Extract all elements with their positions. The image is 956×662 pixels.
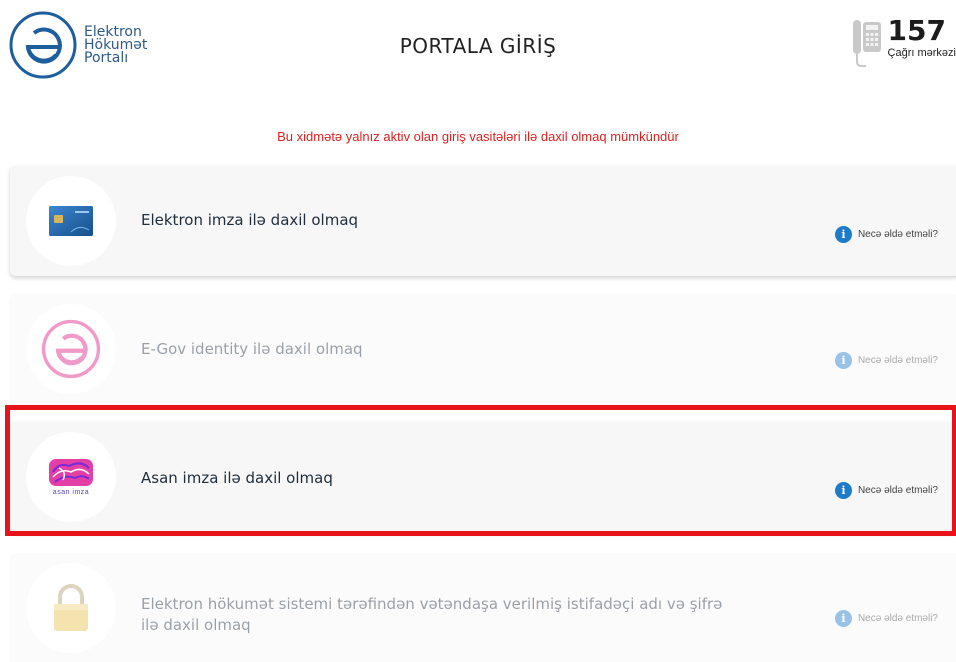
how-to-get-link: i Necə əldə etməli? (834, 610, 938, 627)
asan-imza-logo-text: asan imza (52, 489, 90, 496)
call-center-number: 157 (887, 14, 946, 47)
option-label: Asan imza ilə daxil olmaq (141, 469, 333, 487)
option-label: E-Gov identity ilə daxil olmaq (141, 340, 363, 358)
asan-imza-logo-icon (49, 459, 93, 486)
option-egov-identity: E-Gov identity ilə daxil olmaq i Necə əl… (10, 294, 956, 404)
padlock-icon (54, 584, 88, 631)
option-asan-signature[interactable]: asan imza Asan imza ilə daxil olmaq i Ne… (10, 422, 956, 532)
option-electronic-signature[interactable]: Elektron imza ilə daxil olmaq i Necə əld… (10, 166, 956, 276)
e-signature-card-icon (49, 206, 93, 236)
option-icon-circle: asan imza (26, 432, 116, 522)
option-label-line-1: Elektron hökumət sistemi tərəfindən vətə… (141, 595, 723, 613)
option-icon-circle (26, 176, 116, 266)
call-center-label: Çağrı mərkəzi (887, 47, 956, 59)
call-center-text: 157 Çağrı mərkəzi (887, 14, 956, 60)
option-icon-circle (26, 304, 116, 394)
option-label: Elektron hökumət sistemi tərəfindən vətə… (141, 594, 722, 636)
how-to-get-link[interactable]: i Necə əldə etməli? (834, 226, 938, 243)
how-to-get-text: Necə əldə etməli? (857, 613, 938, 624)
info-icon: i (834, 226, 852, 243)
page-title: PORTALA GİRİŞ (399, 34, 557, 58)
phone-icon (852, 20, 881, 67)
login-page: Elektron Hökumət Portalı PORTALA GİRİŞ 1… (0, 0, 956, 662)
option-username-password: Elektron hökumət sistemi tərəfindən vətə… (10, 553, 956, 662)
info-icon: i (834, 482, 852, 499)
how-to-get-link[interactable]: i Necə əldə etməli? (834, 482, 938, 499)
how-to-get-text: Necə əldə etməli? (857, 485, 938, 496)
info-icon: i (834, 352, 852, 369)
how-to-get-text: Necə əldə etməli? (857, 229, 938, 240)
egov-logo-icon (41, 319, 101, 379)
info-icon: i (834, 610, 852, 627)
call-center: 157 Çağrı mərkəzi (852, 14, 956, 68)
option-label: Elektron imza ilə daxil olmaq (141, 211, 359, 229)
how-to-get-text: Necə əldə etməli? (857, 355, 938, 366)
asan-imza-logo: asan imza (47, 458, 95, 496)
option-label-line-2: ilə daxil olmaq (141, 616, 251, 634)
notice-text: Bu xidmətə yalnız aktiv olan giriş vasit… (277, 129, 679, 144)
how-to-get-link: i Necə əldə etməli? (834, 352, 938, 369)
option-icon-circle (26, 563, 116, 653)
